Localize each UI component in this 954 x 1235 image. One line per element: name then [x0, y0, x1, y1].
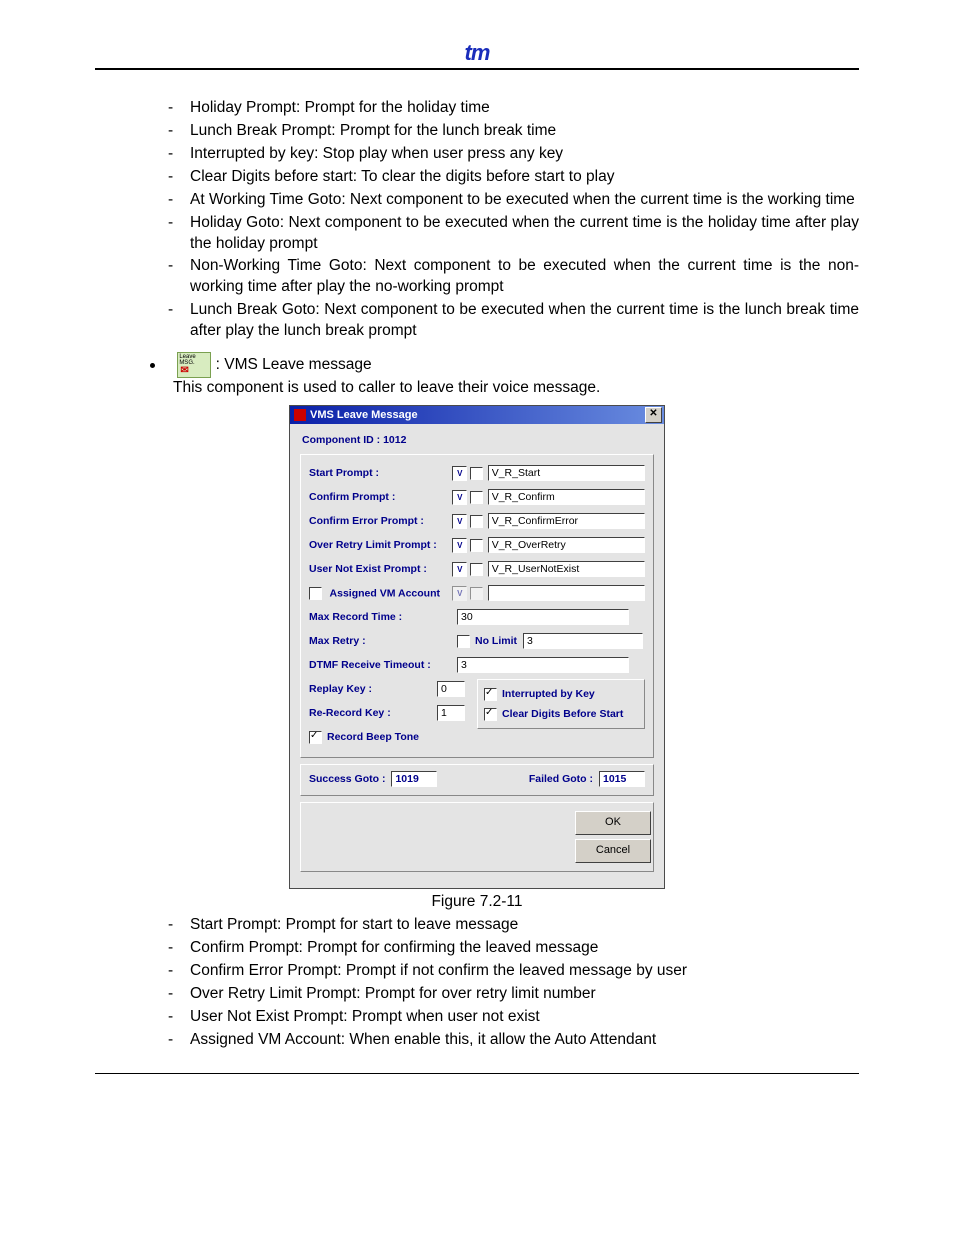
header-bar: tm [95, 40, 859, 70]
no-limit-label: No Limit [475, 635, 517, 647]
variable-button[interactable]: V [452, 538, 467, 553]
ok-button[interactable]: OK [575, 811, 651, 835]
list-item: Lunch Break Goto: Next component to be e… [190, 300, 859, 342]
success-goto-input[interactable] [391, 771, 437, 787]
assigned-vm-input[interactable] [488, 585, 645, 601]
assigned-vm-aux-checkbox[interactable] [470, 587, 483, 600]
max-record-label: Max Record Time : [309, 611, 457, 623]
bullet-description: This component is used to caller to leav… [173, 378, 859, 399]
record-beep-checkbox[interactable] [309, 731, 322, 744]
confirm-prompt-input[interactable] [488, 489, 645, 505]
variable-button[interactable]: V [452, 490, 467, 505]
over-retry-checkbox[interactable] [470, 539, 483, 552]
list-item: Lunch Break Prompt: Prompt for the lunch… [190, 121, 859, 142]
confirm-error-input[interactable] [488, 513, 645, 529]
options-fieldset: Interrupted by Key Clear Digits Before S… [477, 679, 645, 729]
list-item: Holiday Prompt: Prompt for the holiday t… [190, 98, 859, 119]
assigned-vm-checkbox[interactable] [309, 587, 322, 600]
component-bullet: LeaveMSG. ✉ : VMS Leave message [150, 352, 859, 378]
interrupted-label: Interrupted by Key [502, 688, 595, 700]
list-item: Assigned VM Account: When enable this, i… [190, 1030, 859, 1051]
max-retry-input[interactable] [523, 633, 643, 649]
list-item: Non-Working Time Goto: Next component to… [190, 256, 859, 298]
list-item: Start Prompt: Prompt for start to leave … [190, 915, 859, 936]
dialog-titlebar: VMS Leave Message ✕ [290, 406, 664, 424]
footer-divider [95, 1073, 859, 1074]
leave-msg-icon: LeaveMSG. ✉ [177, 352, 211, 378]
clear-digits-checkbox[interactable] [484, 708, 497, 721]
list-item: Interrupted by key: Stop play when user … [190, 144, 859, 165]
rerecord-key-input[interactable] [437, 705, 465, 721]
user-not-exist-label: User Not Exist Prompt : [309, 563, 452, 575]
bullet-title: : VMS Leave message [216, 356, 372, 373]
logo-icon: tm [465, 40, 490, 66]
dialog-app-icon [294, 409, 306, 421]
variable-button[interactable]: V [452, 466, 467, 481]
interrupted-checkbox[interactable] [484, 688, 497, 701]
cancel-button[interactable]: Cancel [575, 839, 651, 863]
confirm-error-label: Confirm Error Prompt : [309, 515, 452, 527]
list-item: Clear Digits before start: To clear the … [190, 167, 859, 188]
dtmf-timeout-label: DTMF Receive Timeout : [309, 659, 457, 671]
failed-goto-label: Failed Goto : [529, 773, 593, 785]
list-item: Holiday Goto: Next component to be execu… [190, 213, 859, 255]
max-record-input[interactable] [457, 609, 629, 625]
failed-goto-input[interactable] [599, 771, 645, 787]
variable-button[interactable]: V [452, 514, 467, 529]
no-limit-checkbox[interactable] [457, 635, 470, 648]
list-item: At Working Time Goto: Next component to … [190, 190, 859, 211]
user-not-exist-input[interactable] [488, 561, 645, 577]
list-item: Confirm Prompt: Prompt for confirming th… [190, 938, 859, 959]
confirm-prompt-label: Confirm Prompt : [309, 491, 452, 503]
over-retry-input[interactable] [488, 537, 645, 553]
replay-key-input[interactable] [437, 681, 465, 697]
over-retry-label: Over Retry Limit Prompt : [309, 539, 452, 551]
confirm-prompt-checkbox[interactable] [470, 491, 483, 504]
variable-button[interactable]: V [452, 586, 467, 601]
dialog-title: VMS Leave Message [310, 406, 645, 424]
vms-leave-message-dialog: VMS Leave Message ✕ Component ID : 1012 … [289, 405, 665, 889]
settings-panel: Start Prompt : V Confirm Prompt : V Conf… [300, 454, 654, 758]
figure-caption: Figure 7.2-11 [95, 893, 859, 911]
success-goto-label: Success Goto : [309, 773, 385, 785]
goto-panel: Success Goto : Failed Goto : [300, 764, 654, 796]
replay-key-label: Replay Key : [309, 683, 437, 695]
close-button[interactable]: ✕ [645, 407, 662, 423]
dtmf-timeout-input[interactable] [457, 657, 629, 673]
clear-digits-label: Clear Digits Before Start [502, 708, 623, 720]
confirm-error-checkbox[interactable] [470, 515, 483, 528]
user-not-exist-checkbox[interactable] [470, 563, 483, 576]
rerecord-key-label: Re-Record Key : [309, 707, 437, 719]
bottom-description-list: Start Prompt: Prompt for start to leave … [95, 915, 859, 1051]
top-description-list: Holiday Prompt: Prompt for the holiday t… [95, 98, 859, 342]
record-beep-label: Record Beep Tone [327, 731, 419, 743]
list-item: User Not Exist Prompt: Prompt when user … [190, 1007, 859, 1028]
assigned-vm-label: Assigned VM Account [309, 587, 452, 600]
start-prompt-label: Start Prompt : [309, 467, 452, 479]
start-prompt-checkbox[interactable] [470, 467, 483, 480]
variable-button[interactable]: V [452, 562, 467, 577]
list-item: Over Retry Limit Prompt: Prompt for over… [190, 984, 859, 1005]
list-item: Confirm Error Prompt: Prompt if not conf… [190, 961, 859, 982]
max-retry-label: Max Retry : [309, 635, 457, 647]
start-prompt-input[interactable] [488, 465, 645, 481]
component-id-label: Component ID : 1012 [302, 434, 654, 446]
button-panel: OK Cancel [300, 802, 654, 872]
bullet-dot-icon [150, 363, 155, 368]
